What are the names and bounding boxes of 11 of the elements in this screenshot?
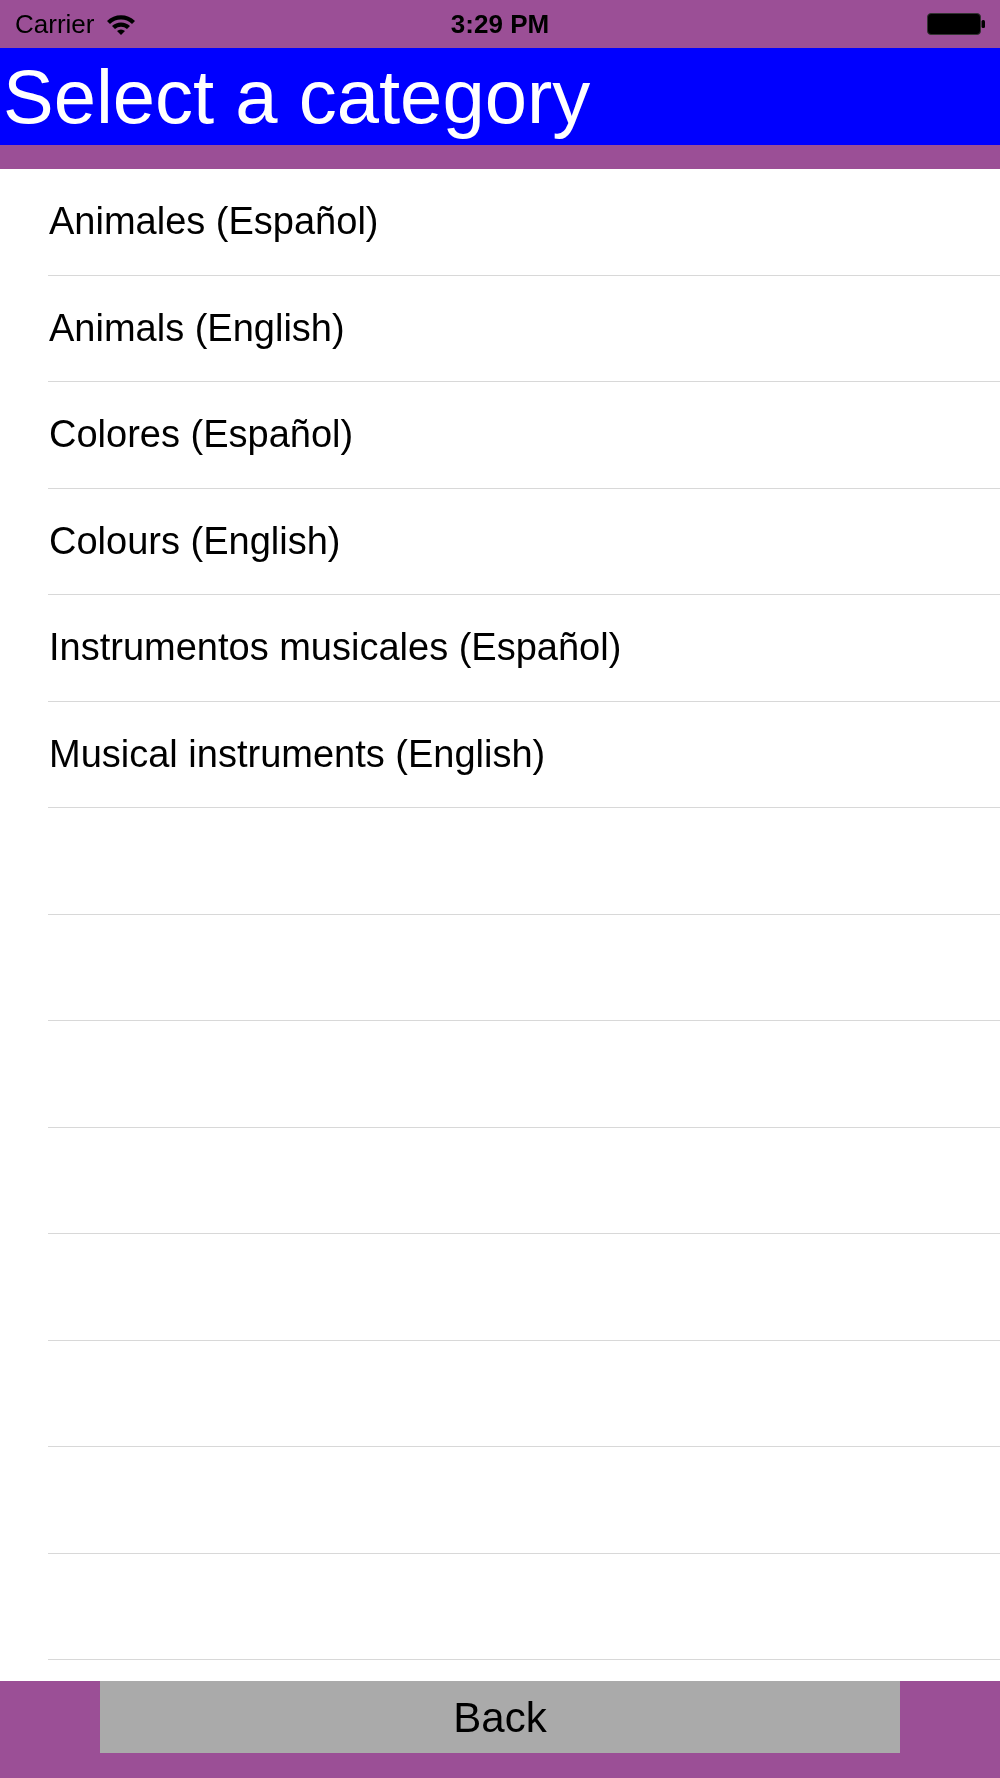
category-list-item[interactable]: Instrumentos musicales (Español) xyxy=(48,595,1000,702)
back-button[interactable]: Back xyxy=(100,1681,900,1753)
category-list-item[interactable]: Animals (English) xyxy=(48,275,1000,382)
category-list-item[interactable]: Animales (Español) xyxy=(48,169,1000,276)
category-list-item[interactable]: Musical instruments (English) xyxy=(48,701,1000,808)
clock-time: 3:29 PM xyxy=(450,11,550,37)
category-list-item[interactable]: Colores (Español) xyxy=(48,382,1000,489)
battery-icon xyxy=(927,13,985,35)
wifi-icon xyxy=(106,13,137,35)
category-list-item[interactable]: Colours (English) xyxy=(48,488,1000,595)
carrier-label: Carrier xyxy=(15,11,95,37)
